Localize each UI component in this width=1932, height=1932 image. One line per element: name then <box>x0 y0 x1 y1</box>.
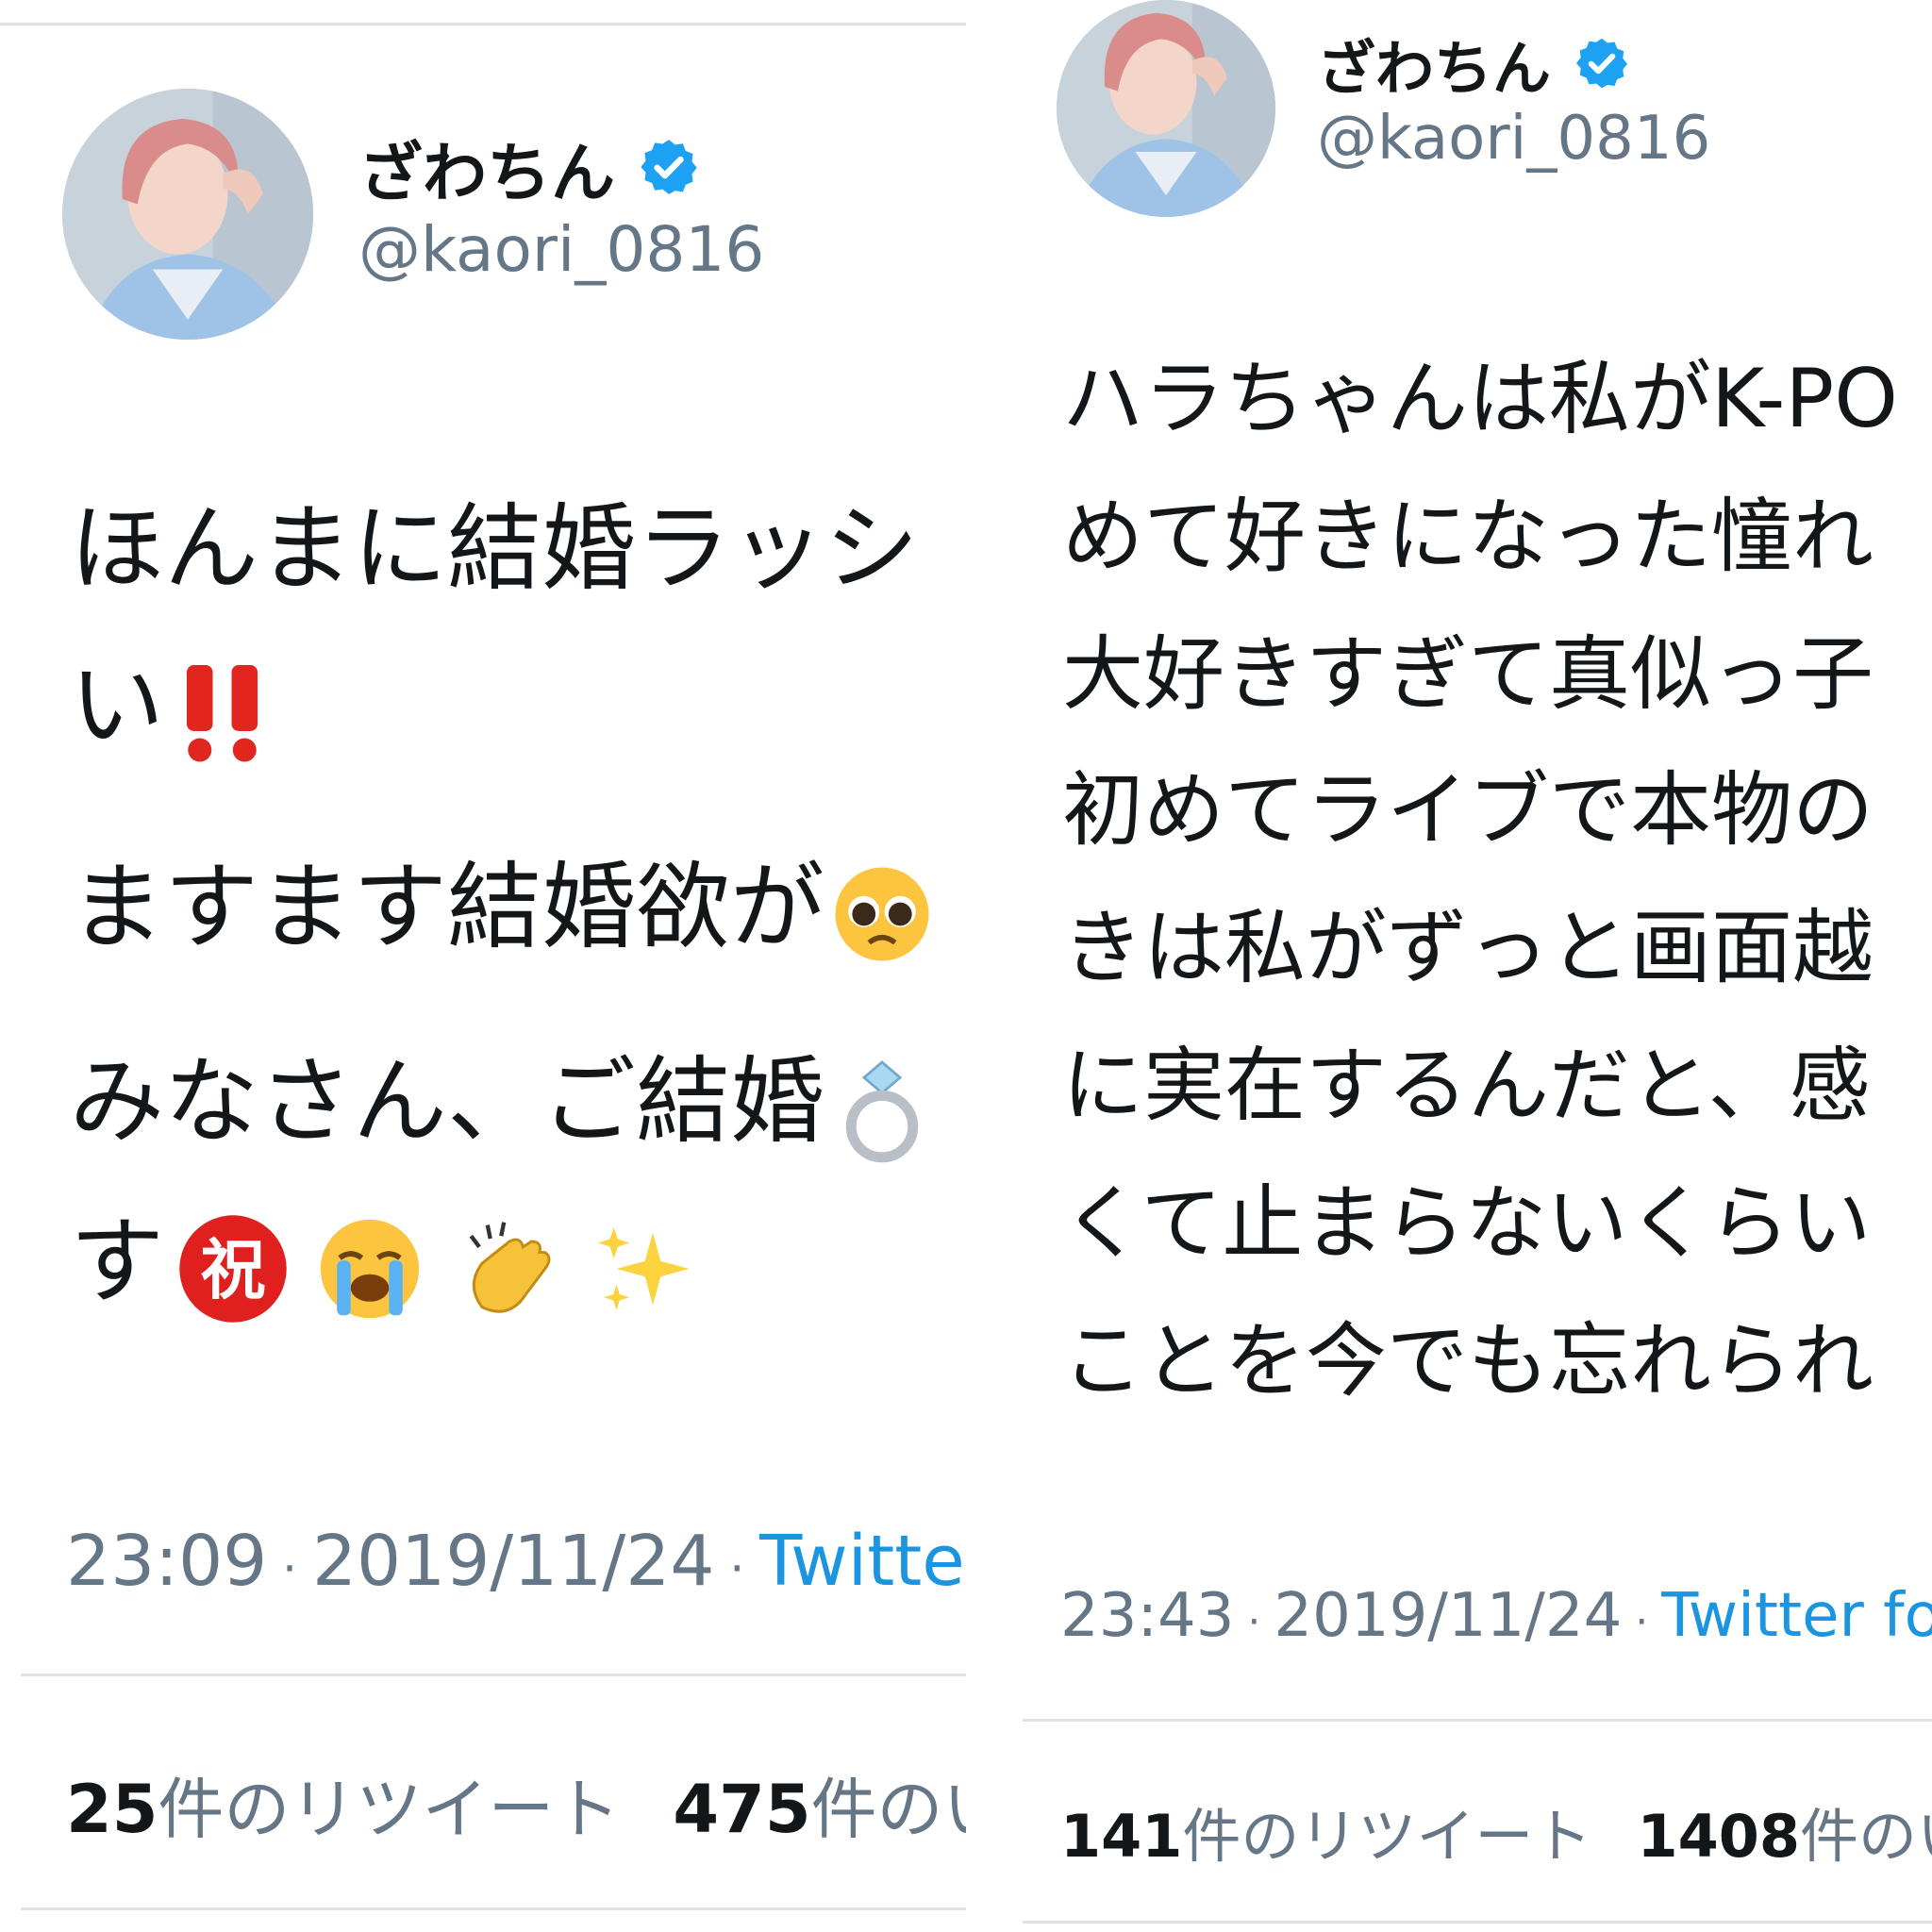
tweet-line: きは私がずっと画面越 <box>1062 881 1874 999</box>
tweet-line: す 祝 <box>70 1185 694 1328</box>
user-handle[interactable]: @kaori_0816 <box>1317 104 1710 174</box>
tweet-line: 初めてライブで本物の <box>1062 743 1874 861</box>
meta-separator: · <box>714 1541 760 1596</box>
congratulations-kanji-icon: 祝 <box>174 1209 292 1328</box>
like-count: 1408 <box>1637 1802 1800 1871</box>
tweet-text: ハラちゃんは私がK-PO <box>1062 352 1898 446</box>
tweet-line: めて好きになった憧れ <box>1062 470 1874 588</box>
tweet-text: きは私がずっと画面越 <box>1062 901 1874 995</box>
tweet-line: い <box>70 628 272 765</box>
retweet-label: 件のリツイート <box>158 1771 621 1848</box>
tweet-text: めて好きになった憧れ <box>1062 490 1874 584</box>
tweet-stats: 141件のリツイート 1408件のい <box>1060 1789 1932 1874</box>
verified-badge-icon <box>638 136 700 198</box>
display-name[interactable]: ざわちん <box>1317 21 1551 106</box>
ring-icon <box>830 1052 934 1165</box>
tweet-text: ことを今でも忘れられ <box>1062 1314 1874 1408</box>
tweet-text: ますます結婚欲が <box>70 852 824 962</box>
tweet-text: 初めてライブで本物の <box>1062 763 1874 858</box>
meta-separator: · <box>267 1541 312 1596</box>
loudly-crying-face-icon <box>315 1214 425 1324</box>
like-stat[interactable]: 1408件のい <box>1637 1802 1932 1871</box>
retweet-stat[interactable]: 25件のリツイート <box>66 1771 620 1848</box>
bottom-divider <box>21 1907 966 1910</box>
tweet-text: くて止まらないくらい <box>1062 1176 1872 1271</box>
verified-badge-icon <box>1574 35 1630 92</box>
retweet-count: 141 <box>1060 1802 1183 1871</box>
sparkles-icon <box>591 1214 694 1324</box>
tweet-time[interactable]: 23:09 <box>66 1521 267 1602</box>
meta-separator: · <box>1234 1598 1274 1646</box>
tweet-text: い <box>70 650 164 760</box>
tweet-text: みなさん、ご結婚 <box>70 1046 824 1157</box>
meta-separator: · <box>1622 1598 1662 1646</box>
tweet-stats: 25件のリツイート 475件のい <box>66 1757 966 1852</box>
retweet-stat[interactable]: 141件のリツイート <box>1060 1802 1591 1871</box>
tweet-text: す <box>70 1207 164 1317</box>
tweet-text: ほんまに結婚ラッシ <box>70 493 919 604</box>
source-link[interactable]: Twitter <box>759 1521 966 1602</box>
tweet-line: に実在するんだと、感 <box>1062 1019 1871 1137</box>
tweet-line: みなさん、ご結婚 <box>70 1024 934 1165</box>
like-label: 件のい <box>810 1771 966 1848</box>
tweet-line: くて止まらないくらい <box>1062 1157 1871 1274</box>
user-handle[interactable]: @kaori_0816 <box>358 213 764 286</box>
pleading-face-icon <box>830 862 934 966</box>
tweet-card-left: ざわちん @kaori_0816 ほんまに結婚ラッシ い ますます結婚欲が みな… <box>0 0 966 1932</box>
like-count: 475 <box>673 1771 811 1848</box>
meta-divider <box>1023 1719 1932 1722</box>
retweet-label: 件のリツイート <box>1182 1802 1592 1871</box>
tweet-text: に実在するんだと、感 <box>1062 1039 1871 1133</box>
tweet-date[interactable]: 2019/11/24 <box>312 1521 715 1602</box>
tweet-card-right: ざわちん @kaori_0816 ハラちゃんは私がK-PO めて好きになった憧れ… <box>1023 0 1932 1932</box>
tweet-text: 大好きすぎて真似っ子 <box>1062 627 1874 722</box>
clapping-hands-icon <box>455 1214 564 1324</box>
bottom-divider <box>1023 1921 1932 1924</box>
user-name-row[interactable]: ざわちん <box>358 132 700 211</box>
tweet-line: ハラちゃんは私がK-PO <box>1062 332 1898 450</box>
svg-text:祝: 祝 <box>200 1233 265 1308</box>
double-exclamation-icon <box>177 660 272 764</box>
tweet-time[interactable]: 23:43 <box>1060 1581 1234 1651</box>
tweet-meta: 23:43 · 2019/11/24 · Twitter fo <box>1060 1581 1932 1651</box>
avatar[interactable] <box>1057 0 1275 217</box>
display-name[interactable]: ざわちん <box>358 121 615 214</box>
avatar[interactable] <box>62 89 313 340</box>
tweet-date[interactable]: 2019/11/24 <box>1274 1581 1622 1651</box>
source-link[interactable]: Twitter fo <box>1661 1581 1932 1651</box>
meta-divider <box>21 1674 966 1676</box>
tweet-line: 大好きすぎて真似っ子 <box>1062 608 1874 725</box>
retweet-count: 25 <box>66 1771 158 1848</box>
tweet-line: ますます結婚欲が <box>70 830 934 967</box>
tweet-line: ことを今でも忘れられ <box>1062 1294 1874 1412</box>
tweet-meta: 23:09 · 2019/11/24 · Twitter <box>66 1521 966 1602</box>
like-label: 件のい <box>1800 1802 1932 1871</box>
top-divider <box>0 23 966 25</box>
tweet-line: ほんまに結婚ラッシ <box>70 472 919 608</box>
like-stat[interactable]: 475件のい <box>673 1771 966 1848</box>
user-name-row[interactable]: ざわちん <box>1317 30 1630 103</box>
